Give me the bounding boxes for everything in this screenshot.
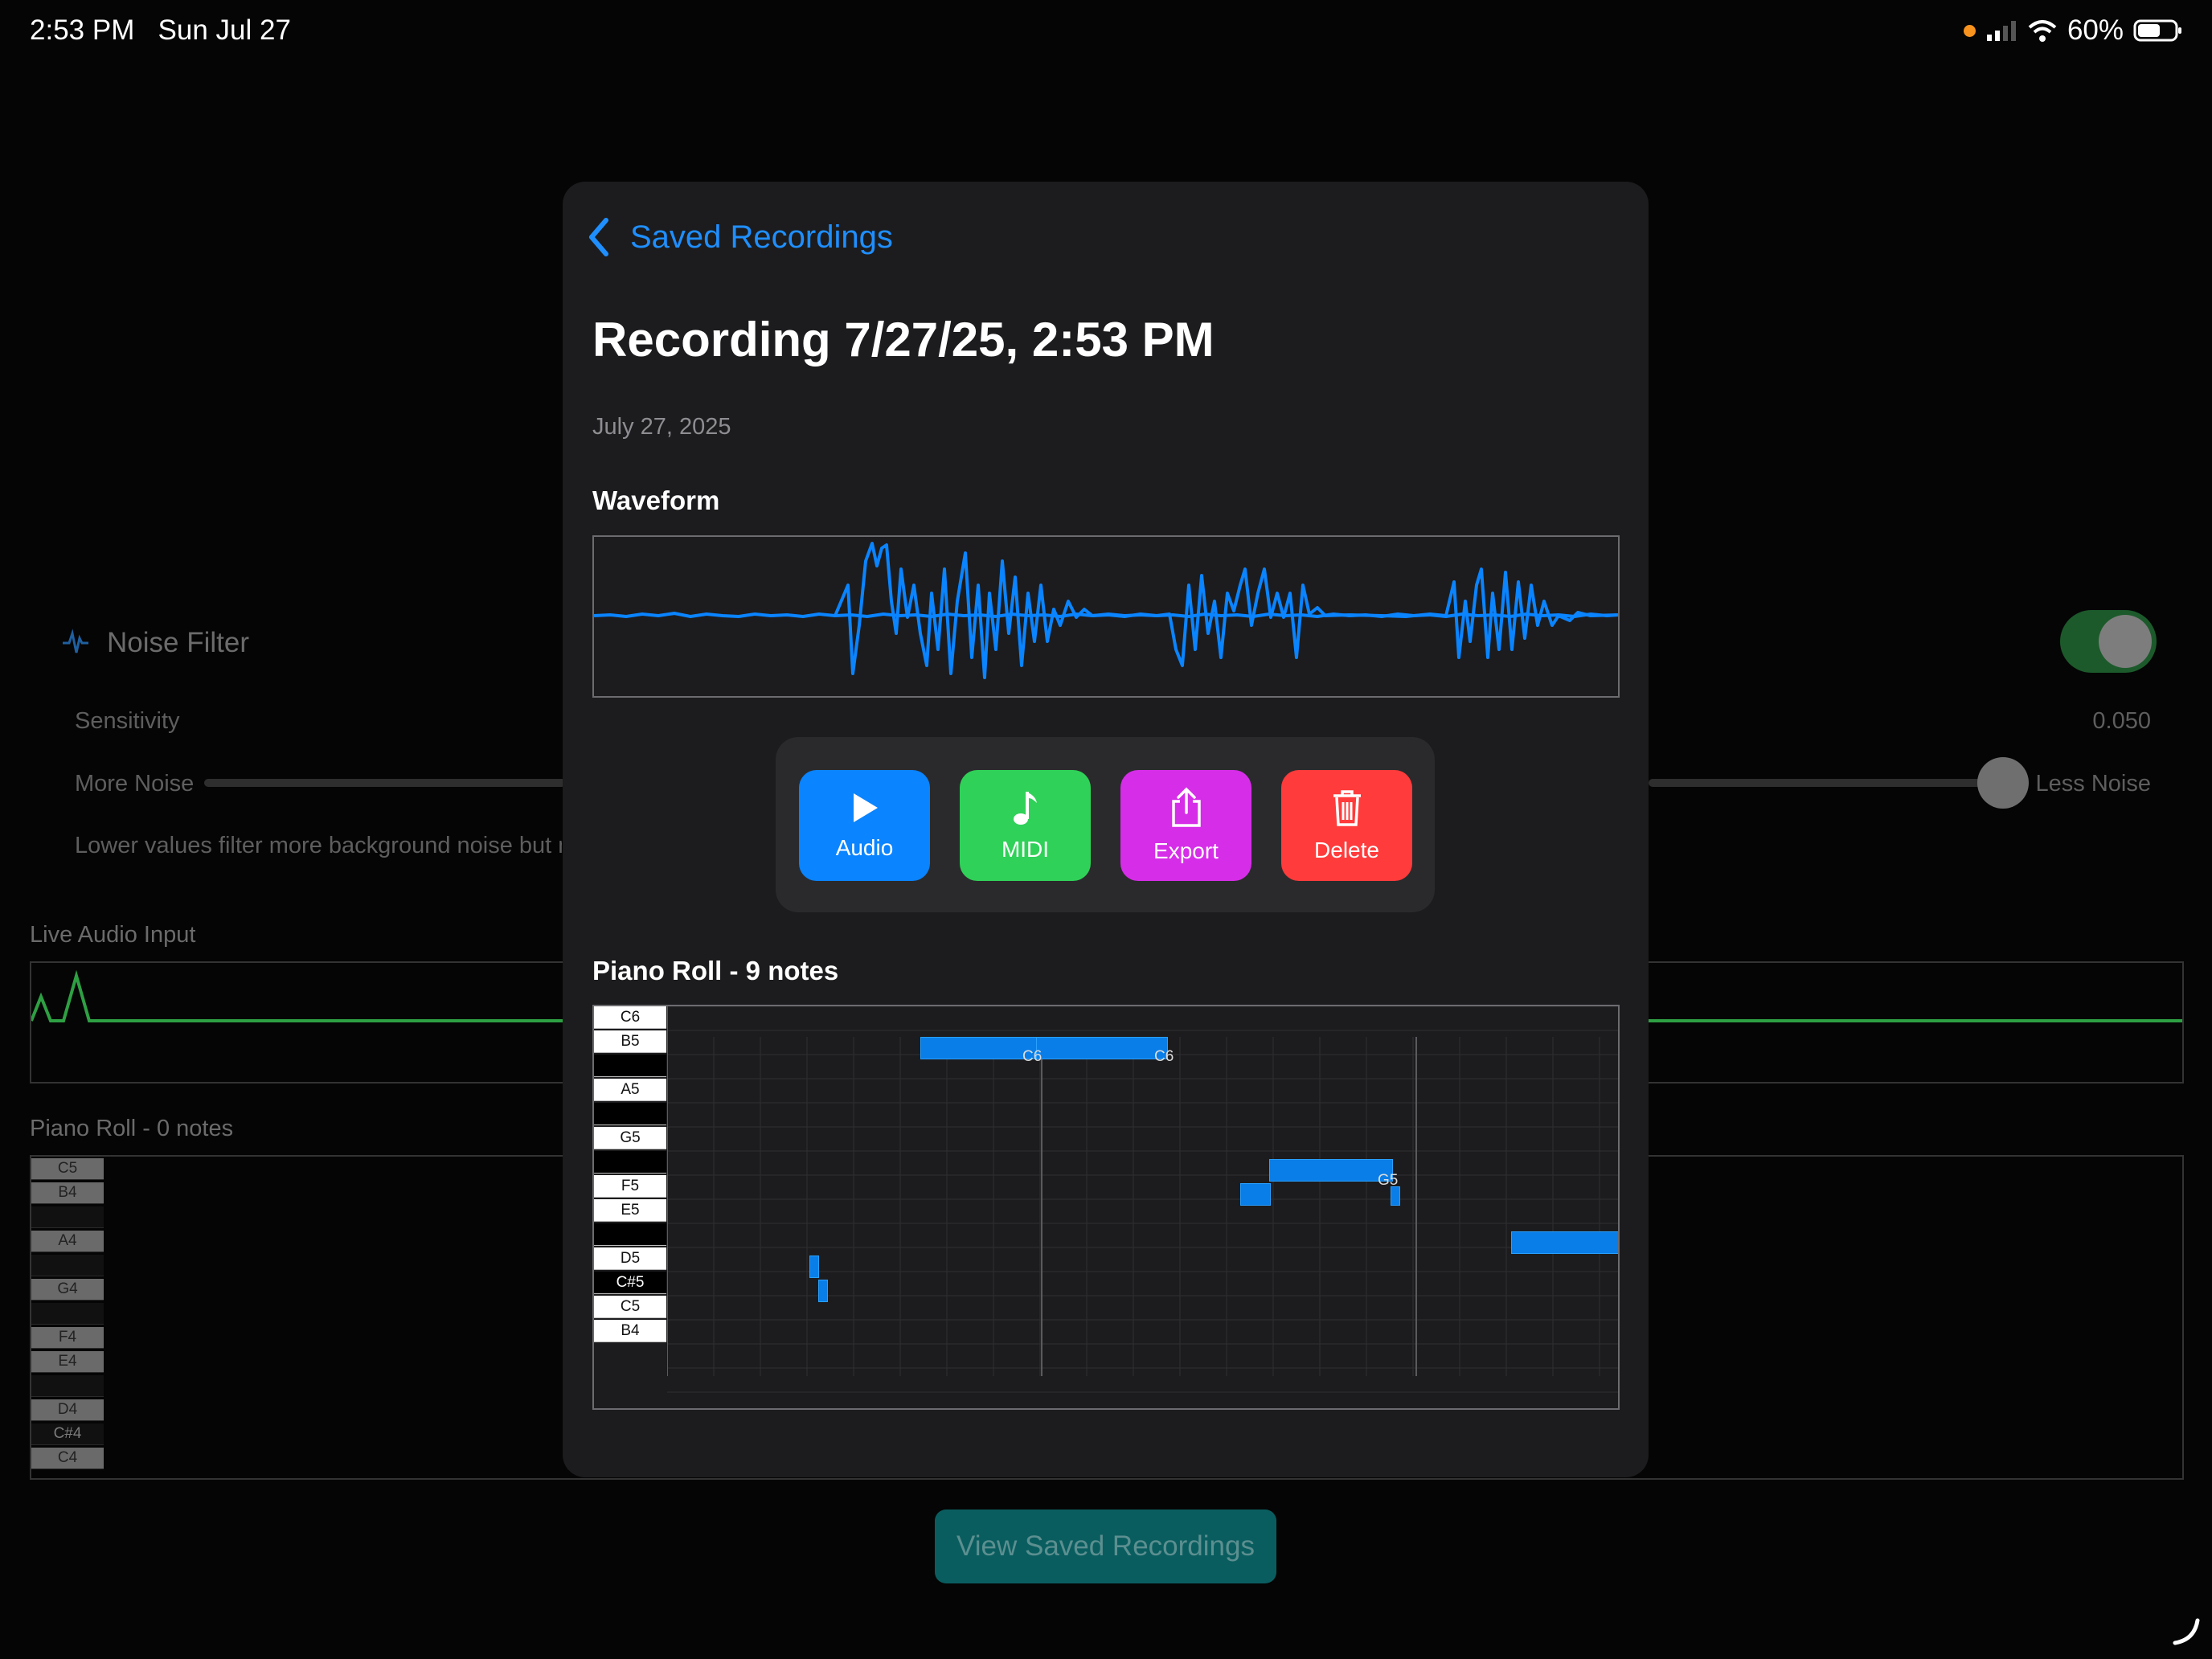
note-label: C6 (1022, 1048, 1043, 1065)
piano-key (594, 1055, 666, 1077)
wifi-icon (2028, 20, 2057, 42)
delete-button-label: Delete (1314, 838, 1379, 862)
piano-key: C#5 (594, 1272, 666, 1294)
piano-key: G5 (594, 1127, 666, 1149)
status-date: Sun Jul 27 (158, 14, 291, 46)
bg-piano-key: A4 (31, 1231, 104, 1252)
less-noise-label: Less Noise (2035, 771, 2151, 797)
bg-piano-key (31, 1206, 104, 1228)
resize-handle-icon[interactable] (2170, 1616, 2202, 1648)
piano-key (594, 1151, 666, 1174)
note-bar (818, 1280, 828, 1302)
bg-piano-key (31, 1375, 104, 1397)
note-label: C6 (1154, 1048, 1174, 1065)
chevron-left-icon (589, 218, 608, 256)
sensitivity-label: Sensitivity (75, 708, 180, 734)
bg-piano-roll-title: Piano Roll - 0 notes (30, 1116, 234, 1141)
play-audio-button[interactable]: Audio (799, 770, 930, 881)
bg-piano-key: C4 (31, 1448, 104, 1469)
toggle-knob (2099, 615, 2152, 668)
note-bar (1391, 1186, 1400, 1206)
export-button-label: Export (1153, 838, 1219, 863)
audio-button-label: Audio (835, 835, 894, 860)
cellular-signal-icon (1986, 21, 2016, 41)
piano-roll-grid (667, 1006, 1618, 1393)
delete-button[interactable]: Delete (1281, 770, 1412, 881)
live-audio-title: Live Audio Input (30, 922, 196, 948)
piano-roll-title: Piano Roll - 9 notes (592, 956, 839, 985)
recording-title: Recording 7/27/25, 2:53 PM (592, 313, 1215, 367)
view-saved-recordings-button[interactable]: View Saved Recordings (935, 1509, 1276, 1583)
waveform-title: Waveform (592, 485, 720, 515)
piano-key: B4 (594, 1320, 666, 1342)
bg-piano-key (31, 1255, 104, 1276)
note-bar (1036, 1037, 1168, 1059)
bg-piano-key: C#4 (31, 1423, 104, 1445)
note-bar (1511, 1231, 1618, 1254)
note-bar (1240, 1183, 1271, 1206)
noise-filter-toggle[interactable] (2060, 610, 2157, 673)
status-time: 2:53 PM Sun Jul 27 (30, 14, 291, 47)
waveform-panel (592, 535, 1620, 698)
export-button[interactable]: Export (1120, 770, 1251, 881)
piano-key: A5 (594, 1079, 666, 1101)
piano-key (594, 1223, 666, 1246)
bg-piano-key: D4 (31, 1399, 104, 1421)
waveform-graph (593, 542, 1619, 679)
music-note-icon (1013, 792, 1037, 825)
note-bar (1269, 1159, 1393, 1182)
sensitivity-slider-track-left[interactable] (204, 779, 566, 787)
recording-date: July 27, 2025 (592, 414, 731, 440)
piano-key: E5 (594, 1199, 666, 1222)
status-indicators: 60% (1963, 14, 2183, 47)
status-clock: 2:53 PM (30, 14, 135, 46)
note-bar (809, 1256, 819, 1278)
bg-piano-key: E4 (31, 1351, 104, 1373)
battery-icon (2133, 19, 2181, 42)
back-label: Saved Recordings (630, 219, 893, 255)
noise-filter-title: Noise Filter (107, 627, 249, 658)
noise-filter-hint: Lower values filter more background nois… (75, 833, 562, 858)
piano-roll-panel: B4 C5 C#5 D5 E5 F5 G5 A5 B5 C6 C6 C6 G5 (592, 1005, 1620, 1410)
piano-key: D5 (594, 1247, 666, 1270)
piano-key (594, 1103, 666, 1125)
bg-piano-key: G4 (31, 1279, 104, 1301)
sensitivity-slider-track-right[interactable] (1649, 779, 2002, 787)
piano-key: C6 (594, 1006, 666, 1029)
piano-key: C5 (594, 1296, 666, 1318)
trash-icon (1333, 790, 1361, 826)
mic-indicator-icon (1963, 24, 1976, 37)
back-to-saved-recordings[interactable]: Saved Recordings (585, 217, 893, 257)
bg-piano-key (31, 1303, 104, 1325)
play-midi-button[interactable]: MIDI (960, 770, 1091, 881)
play-icon (853, 793, 878, 822)
sensitivity-value: 0.050 (2092, 708, 2151, 734)
bg-piano-key: B4 (31, 1182, 104, 1204)
note-bar (920, 1037, 1039, 1059)
midi-button-label: MIDI (1001, 837, 1050, 862)
piano-key: F5 (594, 1175, 666, 1198)
battery-percent: 60% (2067, 14, 2124, 46)
share-icon (1171, 787, 1201, 827)
piano-key: B5 (594, 1030, 666, 1053)
more-noise-label: More Noise (75, 771, 195, 797)
sensitivity-slider-thumb[interactable] (1977, 757, 2029, 809)
bg-piano-key: F4 (31, 1327, 104, 1349)
waveform-icon (63, 629, 88, 653)
bg-piano-key: C5 (31, 1158, 104, 1180)
